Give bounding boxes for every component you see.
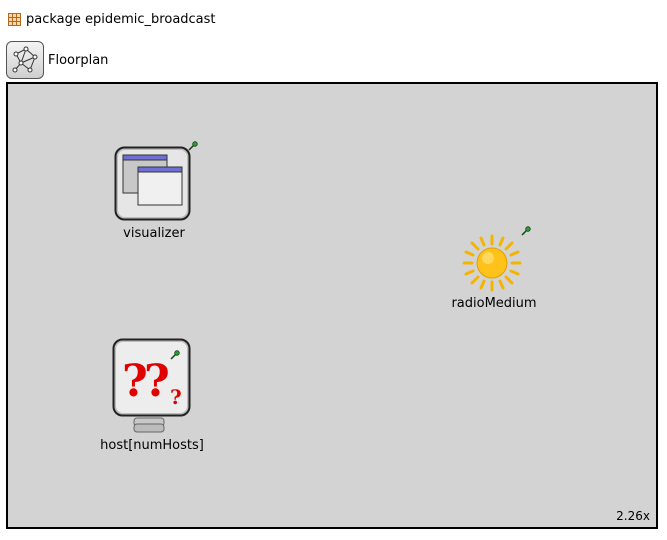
package-header: package epidemic_broadcast bbox=[8, 10, 216, 28]
submodule-host[interactable]: ? ? ? host[numHosts] bbox=[100, 338, 204, 458]
network-icon[interactable] bbox=[6, 41, 44, 79]
network-canvas[interactable]: visualizer radioMedium ? ? ? host[numHos… bbox=[6, 82, 658, 529]
submodule-label: visualizer bbox=[123, 226, 185, 241]
package-label: package epidemic_broadcast bbox=[26, 11, 216, 27]
pin-icon bbox=[188, 141, 198, 151]
sun-icon[interactable] bbox=[458, 230, 526, 296]
network-type-label: Floorplan bbox=[48, 52, 109, 68]
submodule-label: radioMedium bbox=[451, 296, 537, 311]
submodule-label: host[numHosts] bbox=[100, 438, 204, 453]
network-type-row[interactable]: Floorplan bbox=[6, 40, 108, 80]
submodule-radioMedium[interactable]: radioMedium bbox=[451, 226, 537, 316]
svg-text:?: ? bbox=[144, 356, 170, 407]
submodule-visualizer[interactable]: visualizer bbox=[114, 141, 198, 246]
pin-icon bbox=[170, 350, 180, 360]
unknown-question-icon[interactable]: ? ? ? bbox=[112, 338, 192, 436]
pin-icon bbox=[521, 226, 531, 236]
svg-text:?: ? bbox=[170, 385, 182, 409]
package-icon bbox=[8, 12, 21, 26]
windows-icon[interactable] bbox=[114, 146, 192, 222]
zoom-level: 2.26x bbox=[616, 509, 650, 523]
